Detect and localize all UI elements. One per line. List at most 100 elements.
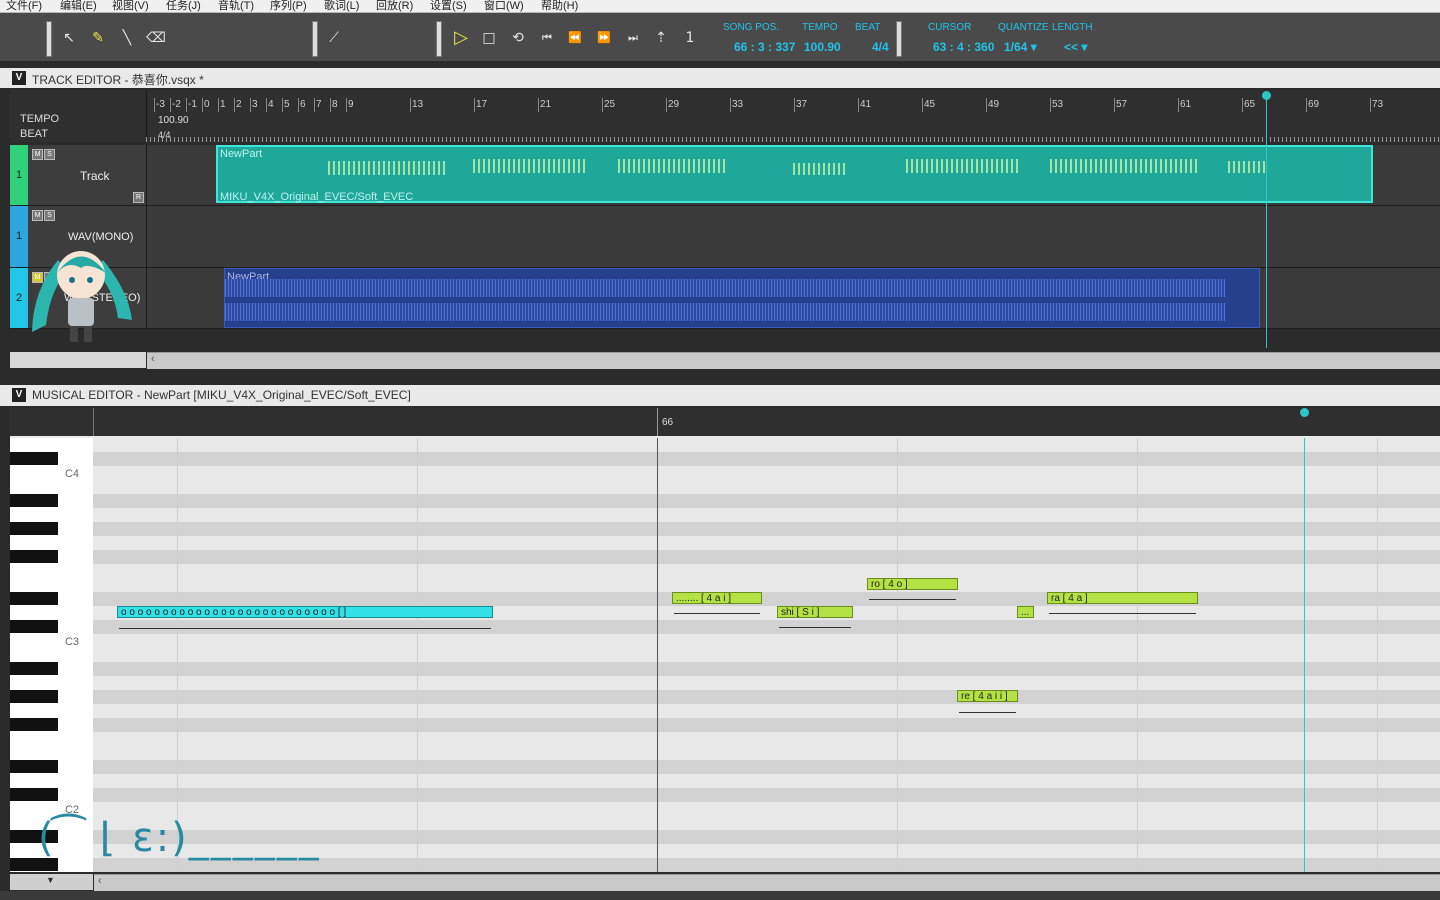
end-marker-icon[interactable]: 1 <box>679 27 701 49</box>
menu-lyrics[interactable]: 歌词(L) <box>324 0 359 12</box>
ruler-tick <box>218 98 219 112</box>
playhead-marker[interactable] <box>1300 408 1309 417</box>
mute-button[interactable]: M <box>32 149 43 160</box>
quantize-dropdown[interactable]: 1/64 ▾ <box>1004 40 1037 54</box>
play-icon[interactable]: ▷ <box>450 27 472 49</box>
ruler-tick <box>282 98 283 112</box>
piano-keyboard[interactable]: C4 C3 C2 <box>10 438 93 872</box>
black-key[interactable] <box>10 760 58 773</box>
scroll-left-icon[interactable]: ‹ <box>98 875 102 887</box>
track-lane-1[interactable]: 1 M S Track R NewPart MIKU_V4X_Original_… <box>10 145 1440 206</box>
ruler-label: 2 <box>236 99 242 110</box>
tempo-label: TEMPO <box>802 22 838 33</box>
track-name[interactable]: Track <box>80 169 110 183</box>
note[interactable]: ........ [ 4 a i ] <box>672 592 762 604</box>
black-key[interactable] <box>10 690 58 703</box>
ruler-tick <box>858 98 859 112</box>
curve-tool-icon[interactable]: ⟋ <box>323 27 345 49</box>
playhead-line[interactable] <box>1266 94 1267 348</box>
black-key[interactable] <box>10 494 58 507</box>
note[interactable]: ra [ 4 a ] <box>1047 592 1198 604</box>
black-key[interactable] <box>10 522 58 535</box>
rec-button[interactable]: R <box>133 192 144 203</box>
black-key[interactable] <box>10 788 58 801</box>
ruler-tick <box>346 98 347 112</box>
note[interactable]: re [ 4 a i i ] <box>957 690 1018 702</box>
chevron-down-icon: ▼ <box>46 875 55 885</box>
mute-button[interactable]: M <box>32 210 43 221</box>
track-lane-wav-stereo[interactable]: 2 M S WAV(STEREO) NewPart <box>10 268 1440 329</box>
loop-icon[interactable]: ⟲ <box>507 27 529 49</box>
black-key[interactable] <box>10 662 58 675</box>
musical-editor-hscroll[interactable]: ‹ <box>94 874 1440 891</box>
ruler-tick <box>314 98 315 112</box>
panel-menu-icon[interactable]: V <box>12 388 26 402</box>
menu-settings[interactable]: 设置(S) <box>430 0 467 12</box>
menu-view[interactable]: 视图(V) <box>112 0 149 12</box>
vocal-part[interactable]: NewPart MIKU_V4X_Original_EVEC/Soft_EVEC <box>216 145 1373 203</box>
ruler-tick <box>1178 98 1179 112</box>
track-number: 1 <box>10 145 28 205</box>
piano-roll-grid[interactable]: o o o o o o o o o o o o o o o o o o o o … <box>93 438 1440 872</box>
black-key[interactable] <box>10 452 58 465</box>
black-key[interactable] <box>10 592 58 605</box>
note[interactable]: shi [ S i ] <box>777 606 853 618</box>
menu-help[interactable]: 帮助(H) <box>541 0 578 12</box>
toolbar-grip[interactable] <box>436 21 442 57</box>
start-marker-icon[interactable]: ⇡ <box>650 27 672 49</box>
track-editor-zoom-bar[interactable] <box>10 352 146 368</box>
musical-editor-ruler[interactable]: 66 <box>10 408 1440 438</box>
playhead-line[interactable] <box>1304 438 1305 872</box>
ruler-tick <box>1050 98 1051 112</box>
rewind-icon[interactable]: ⏪ <box>564 27 586 49</box>
toolbar-grip[interactable] <box>896 21 902 57</box>
zoom-dropdown[interactable]: ▼ <box>10 874 93 890</box>
vibrato-line <box>119 620 491 629</box>
go-start-icon[interactable]: ⏮ <box>536 27 558 49</box>
toolbar-grip[interactable] <box>46 21 52 57</box>
solo-button[interactable]: S <box>44 149 55 160</box>
fast-forward-icon[interactable]: ⏩ <box>593 27 615 49</box>
control-track-area[interactable] <box>0 891 1440 900</box>
audio-part[interactable]: NewPart <box>224 268 1260 328</box>
menu-playback[interactable]: 回放(R) <box>376 0 413 12</box>
menu-window[interactable]: 窗口(W) <box>484 0 524 12</box>
ruler-tick <box>730 98 731 112</box>
menu-edit[interactable]: 编辑(E) <box>60 0 97 12</box>
eraser-tool-icon[interactable]: ⌫ <box>145 27 167 49</box>
song-pos-label: SONG POS. <box>723 22 780 33</box>
ruler-tick <box>474 98 475 112</box>
ruler-tick <box>234 98 235 112</box>
black-key[interactable] <box>10 550 58 563</box>
vibrato-line <box>1049 605 1196 614</box>
toolbar-grip[interactable] <box>312 21 318 57</box>
black-key[interactable] <box>10 718 58 731</box>
menu-file[interactable]: 文件(F) <box>6 0 42 12</box>
ruler-tick <box>602 98 603 112</box>
menu-track[interactable]: 音轨(T) <box>218 0 254 12</box>
beat-row-label: BEAT <box>20 128 48 140</box>
menu-sequence[interactable]: 序列(P) <box>270 0 307 12</box>
playhead-marker[interactable] <box>1262 91 1271 100</box>
stop-icon[interactable]: □ <box>478 27 500 49</box>
solo-button[interactable]: S <box>44 210 55 221</box>
pencil-tool-icon[interactable]: ✎ <box>87 27 109 49</box>
vibrato-line <box>779 619 851 628</box>
tempo-value[interactable]: 100.90 <box>804 40 841 54</box>
scroll-left-icon[interactable]: ‹ <box>151 353 155 365</box>
ruler-tick <box>186 98 187 112</box>
track-editor-hscroll[interactable]: ‹ <box>147 352 1440 369</box>
go-end-icon[interactable]: ⏭ <box>622 27 644 49</box>
beat-value[interactable]: 4/4 <box>872 40 889 54</box>
track-editor-ruler[interactable]: TEMPO BEAT 100.90 4/4 -3 -2 -1 0 1 2 3 4 5 6 7 8 9 13… <box>10 90 1440 142</box>
menu-job[interactable]: 任务(J) <box>166 0 201 12</box>
note[interactable]: ... <box>1017 606 1034 618</box>
note[interactable]: ro [ 4 o ] <box>867 578 958 590</box>
length-dropdown[interactable]: << ▾ <box>1064 40 1087 54</box>
note[interactable]: o o o o o o o o o o o o o o o o o o o o … <box>117 606 493 618</box>
line-tool-icon[interactable]: ╲ <box>116 27 138 49</box>
black-key[interactable] <box>10 620 58 633</box>
panel-menu-icon[interactable]: V <box>12 71 26 85</box>
track-lane-wav-mono[interactable]: 1 M S WAV(MONO) <box>10 206 1440 268</box>
arrow-tool-icon[interactable]: ↖ <box>58 27 80 49</box>
